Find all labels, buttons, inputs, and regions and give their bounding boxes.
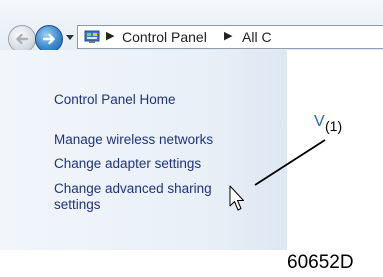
annotation-overlay — [229, 139, 326, 211]
callout-label: (1) — [325, 118, 343, 134]
callout-leader-line — [254, 139, 326, 186]
mouse-cursor-icon — [229, 185, 244, 211]
reference-code: 60652D — [287, 252, 354, 273]
